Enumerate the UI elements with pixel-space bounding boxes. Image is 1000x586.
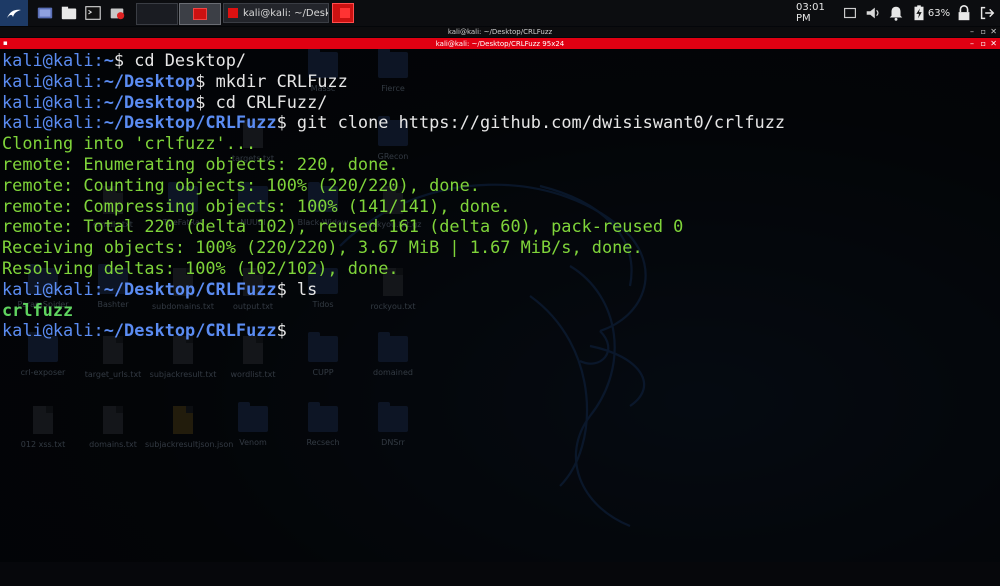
terminal-output: kali@kali:~$ cd Desktop/kali@kali:~/Desk… bbox=[2, 50, 785, 341]
prompt-path: ~/Desktop/CRLFuzz bbox=[103, 278, 277, 299]
terminal-line: Resolving deltas: 100% (102/102), done. bbox=[2, 258, 785, 279]
terminal-line: remote: Compressing objects: 100% (141/1… bbox=[2, 196, 785, 217]
minimize-button[interactable]: – bbox=[970, 27, 974, 37]
output-text: remote: Counting objects: 100% (220/220)… bbox=[2, 174, 480, 195]
terminal-line: remote: Enumerating objects: 220, done. bbox=[2, 154, 785, 175]
prompt-user: kali@kali bbox=[2, 320, 94, 341]
output-text: remote: Enumerating objects: 220, done. bbox=[2, 153, 399, 174]
window-list-icon bbox=[844, 7, 856, 19]
window-list-button[interactable] bbox=[841, 0, 859, 26]
terminal-window-titlebar[interactable]: kali@kali: ~/Desktop/CRLFuzz – ▫ ✕ bbox=[0, 27, 1000, 37]
terminal-line: kali@kali:~/Desktop/CRLFuzz$ ls bbox=[2, 279, 785, 300]
output-text: Resolving deltas: 100% (102/102), done. bbox=[2, 257, 399, 278]
command-text: mkdir CRLFuzz bbox=[205, 70, 348, 91]
prompt-user: kali@kali bbox=[2, 70, 94, 91]
clock[interactable]: 03:01 PM bbox=[796, 0, 836, 26]
kali-menu-icon bbox=[7, 9, 21, 18]
lock-icon bbox=[958, 5, 970, 21]
terminal-line: kali@kali:~/Desktop/CRLFuzz$ git clone h… bbox=[2, 112, 785, 133]
prompt-dollar: $ bbox=[113, 50, 125, 70]
prompt-dollar: $ bbox=[276, 320, 287, 341]
workspace-window-thumb bbox=[193, 8, 207, 20]
workspace-2[interactable] bbox=[179, 3, 221, 25]
lock-screen-button[interactable] bbox=[955, 0, 973, 26]
prompt-path: ~ bbox=[103, 50, 114, 70]
prompt-path: ~/Desktop bbox=[103, 91, 196, 112]
prompt-dollar: $ bbox=[276, 278, 287, 299]
output-text: Cloning into 'crlfuzz'... bbox=[2, 133, 257, 154]
command-text: ls bbox=[286, 278, 318, 299]
ls-entry: crlfuzz bbox=[2, 299, 74, 320]
battery-button[interactable] bbox=[910, 0, 928, 26]
prompt-user: kali@kali bbox=[2, 112, 94, 133]
prompt-user: kali@kali bbox=[2, 91, 94, 112]
screenshot-icon bbox=[110, 8, 125, 20]
prompt-user: kali@kali bbox=[2, 278, 94, 299]
output-text: remote: Compressing objects: 100% (141/1… bbox=[2, 195, 511, 216]
prompt-path: ~/Desktop/CRLFuzz bbox=[103, 320, 277, 341]
terminal-line: kali@kali:~/Desktop/CRLFuzz$ bbox=[2, 320, 785, 341]
battery-level: 63% bbox=[927, 7, 951, 19]
close-button[interactable]: ✕ bbox=[990, 27, 997, 37]
terminal-body[interactable]: kali@kali:~$ cd Desktop/kali@kali:~/Desk… bbox=[0, 49, 1000, 562]
terminal-line: kali@kali:~/Desktop$ cd CRLFuzz/ bbox=[2, 92, 785, 113]
terminal-line: kali@kali:~$ cd Desktop/ bbox=[2, 50, 785, 71]
prompt-dollar: $ bbox=[195, 91, 206, 112]
desktop-icon bbox=[37, 7, 53, 19]
screenshot-button[interactable] bbox=[106, 0, 128, 26]
prompt-dollar: $ bbox=[276, 112, 287, 133]
show-desktop-button[interactable] bbox=[34, 0, 56, 26]
prompt-separator: : bbox=[93, 112, 104, 133]
tab-maximize-button[interactable]: ▫ bbox=[981, 38, 986, 49]
speaker-icon bbox=[866, 7, 879, 19]
volume-button[interactable] bbox=[862, 0, 884, 26]
prompt-separator: : bbox=[93, 320, 104, 341]
workspace-1[interactable] bbox=[136, 3, 178, 25]
prompt-separator: : bbox=[93, 91, 104, 112]
terminal-menu-icon[interactable]: ▪ bbox=[3, 38, 8, 49]
maximize-button[interactable]: ▫ bbox=[981, 27, 986, 37]
terminal-launcher-button[interactable] bbox=[82, 0, 104, 26]
tab-close-button[interactable]: ✕ bbox=[990, 38, 997, 49]
battery-charging-icon bbox=[914, 5, 924, 21]
terminal-line: crlfuzz bbox=[2, 300, 785, 321]
prompt-user: kali@kali bbox=[2, 50, 94, 70]
top-panel: kali@kali: ~/Desktop/CR... 03:01 PM 63% bbox=[0, 0, 1000, 27]
terminal-line: remote: Total 220 (delta 102), reused 16… bbox=[2, 216, 785, 237]
taskbar-title: kali@kali: ~/Desktop/CR... bbox=[243, 7, 328, 19]
output-text: remote: Total 220 (delta 102), reused 16… bbox=[2, 216, 684, 237]
terminal-tab-title: kali@kali: ~/Desktop/CRLFuzz 95x24 bbox=[435, 39, 565, 48]
terminal-tab-bar[interactable]: ▪ kali@kali: ~/Desktop/CRLFuzz 95x24 – ▫… bbox=[0, 38, 1000, 49]
notifications-button[interactable] bbox=[886, 0, 906, 26]
terminal-line: Receiving objects: 100% (220/220), 3.67 … bbox=[2, 237, 785, 258]
terminal-task-icon bbox=[228, 8, 238, 18]
command-text: git clone https://github.com/dwisiswant0… bbox=[286, 112, 786, 133]
command-text: cd CRLFuzz/ bbox=[205, 91, 328, 112]
kali-menu-button[interactable] bbox=[0, 0, 28, 26]
bell-icon bbox=[889, 6, 903, 21]
file-manager-icon bbox=[61, 6, 77, 20]
prompt-dollar: $ bbox=[195, 70, 206, 91]
prompt-separator: : bbox=[93, 70, 104, 91]
terminal-line: remote: Counting objects: 100% (220/220)… bbox=[2, 175, 785, 196]
logout-icon bbox=[980, 6, 995, 20]
red-task-icon bbox=[340, 8, 350, 18]
tab-minimize-button[interactable]: – bbox=[970, 38, 974, 49]
prompt-separator: : bbox=[93, 278, 104, 299]
file-manager-button[interactable] bbox=[58, 0, 80, 26]
prompt-separator: : bbox=[93, 50, 104, 70]
taskbar-terminal-entry[interactable]: kali@kali: ~/Desktop/CR... bbox=[223, 3, 329, 23]
prompt-path: ~/Desktop bbox=[103, 70, 196, 91]
output-text: Receiving objects: 100% (220/220), 3.67 … bbox=[2, 237, 643, 258]
logout-button[interactable] bbox=[978, 0, 996, 26]
prompt-path: ~/Desktop/CRLFuzz bbox=[103, 112, 277, 133]
taskbar-red-entry[interactable] bbox=[332, 3, 354, 23]
terminal-line: Cloning into 'crlfuzz'... bbox=[2, 133, 785, 154]
terminal-icon bbox=[85, 6, 101, 20]
window-title: kali@kali: ~/Desktop/CRLFuzz bbox=[447, 28, 553, 36]
command-text: cd Desktop/ bbox=[124, 50, 247, 70]
terminal-line: kali@kali:~/Desktop$ mkdir CRLFuzz bbox=[2, 71, 785, 92]
